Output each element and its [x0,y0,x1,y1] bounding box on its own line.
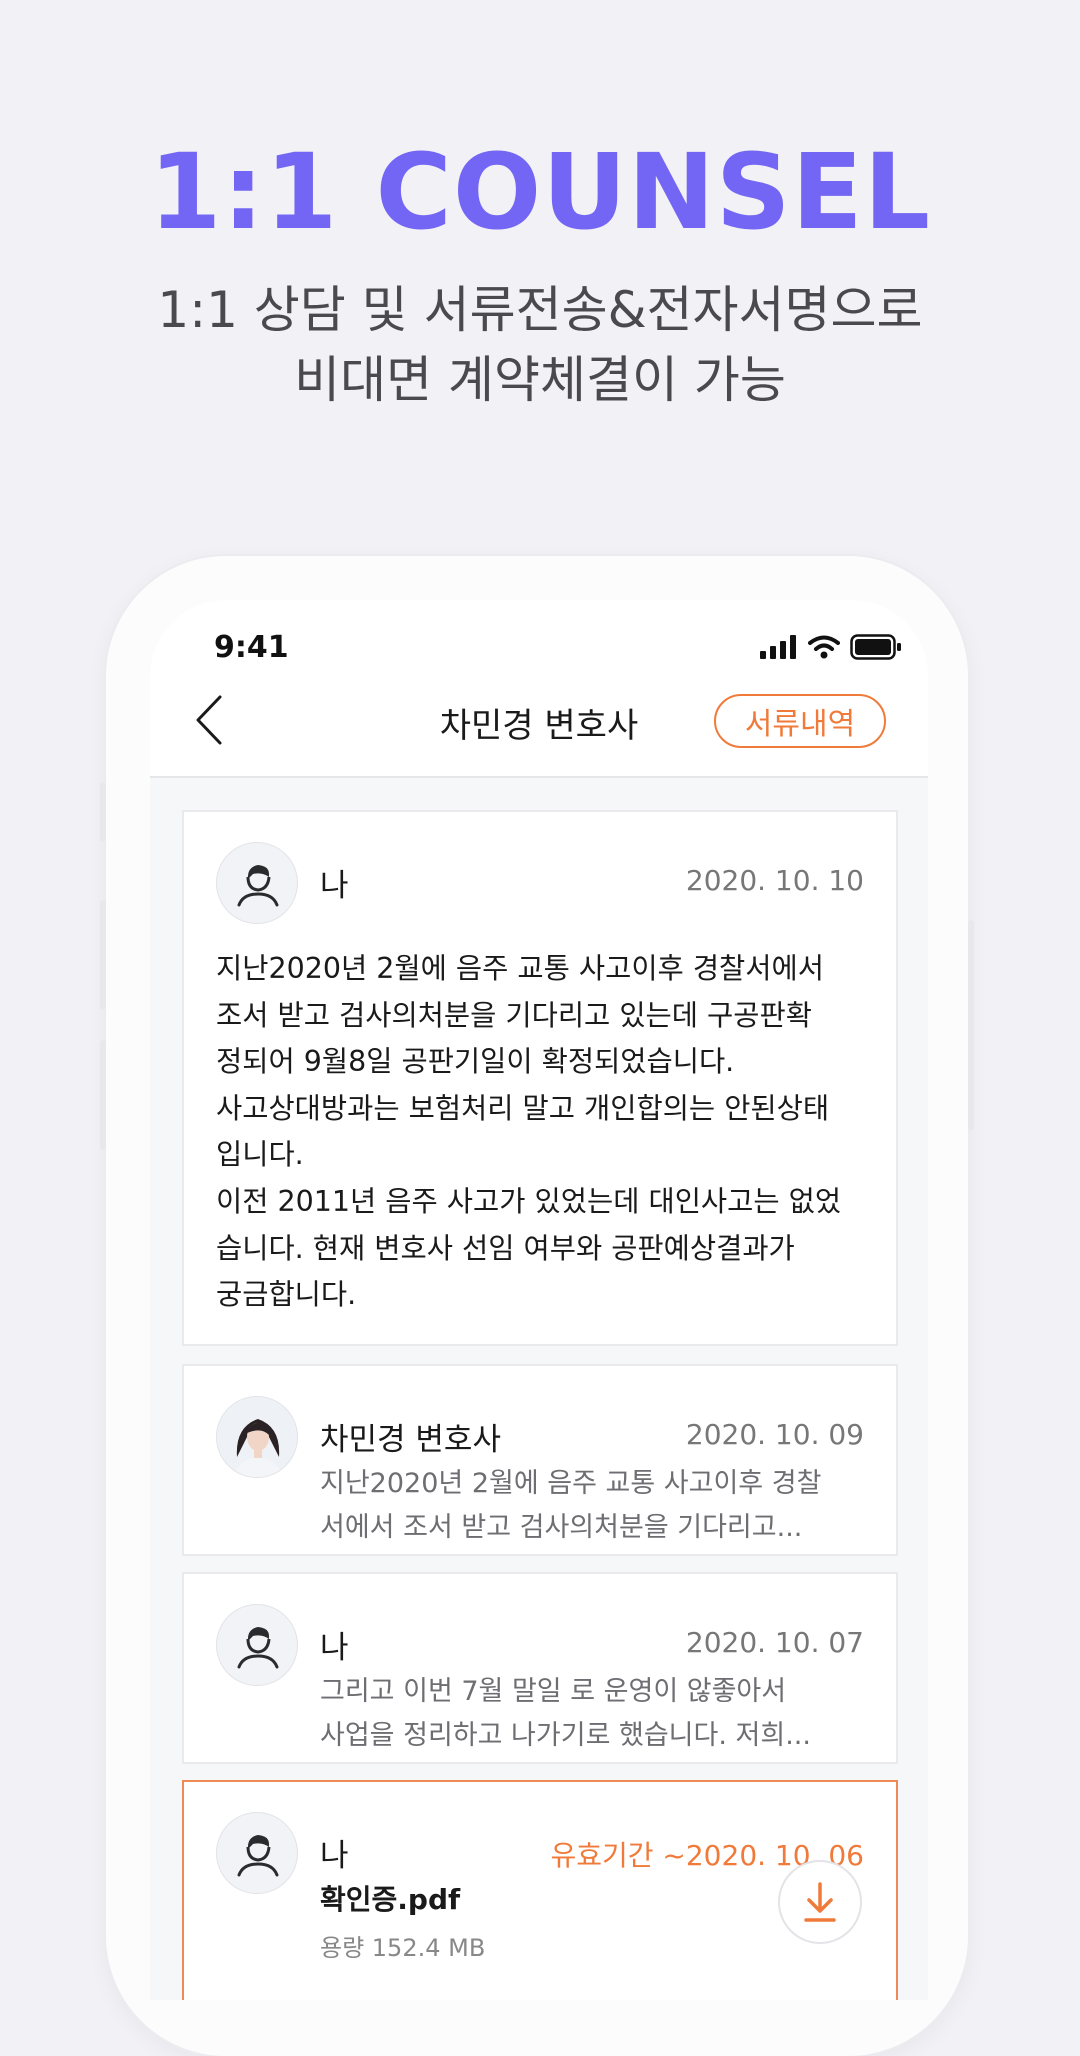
lawyer-avatar [216,1396,298,1478]
avatar [216,1812,298,1894]
hero-title: 1:1 COUNSEL [149,131,931,253]
user-icon [237,1627,279,1669]
phone-side-button [100,782,106,842]
message-date: 2020. 10. 09 [685,1418,864,1451]
message-date: 2020. 10. 07 [685,1626,864,1659]
download-button[interactable] [778,1860,862,1944]
message-card[interactable]: 나 2020. 10. 10 지난2020년 2월에 음주 교통 사고이후 경찰… [182,810,898,1346]
phone-side-button [968,920,974,1130]
sender-name: 차민경 변호사 [320,1422,501,1458]
file-name: 확인증.pdf [320,1883,461,1916]
user-icon [237,865,279,907]
status-time: 9:41 [214,630,289,665]
download-icon [804,1882,836,1922]
file-size: 용량 152.4 MB [320,1934,486,1962]
avatar [216,1604,298,1686]
lawyer-photo [217,1397,297,1477]
message-card[interactable]: 차민경 변호사 2020. 10. 09 지난2020년 2월에 음주 교통 사… [182,1364,898,1556]
signal-icon [760,635,796,659]
sender-name: 나 [320,1630,349,1666]
phone-screen: 9:41 차민경 변호사 서류내역 나 2020. 10. 10 지난2020년… [150,600,928,2000]
message-preview: 지난2020년 2월에 음주 교통 사고이후 경찰 서에서 조서 받고 검사의처… [320,1468,822,1543]
wifi-icon [808,635,840,659]
hero-subtitle-line-1: 1:1 상담 및 서류전송&전자서명으로 [157,281,923,339]
status-icons [760,634,902,660]
message-date: 2020. 10. 10 [685,864,864,897]
document-history-button[interactable]: 서류내역 [714,694,886,748]
phone-side-button [100,900,106,1010]
message-body: 지난2020년 2월에 음주 교통 사고이후 경찰서에서 조서 받고 검사의처분… [216,952,842,1312]
battery-icon [850,634,901,660]
hero-subtitle-line-2: 비대면 계약체결이 가능 [294,351,786,409]
user-icon [237,1835,279,1877]
file-message-card[interactable]: 나 유효기간 ~2020. 10. 06 확인증.pdf 용량 152.4 MB [182,1780,898,2000]
sender-name: 나 [320,1838,349,1874]
sender-name: 나 [320,868,349,904]
avatar [216,842,298,924]
hero-subtitle: 1:1 상담 및 서류전송&전자서명으로 비대면 계약체결이 가능 [0,275,1080,415]
phone-side-button [100,1040,106,1150]
message-card[interactable]: 나 2020. 10. 07 그리고 이번 7월 말일 로 운영이 않좋아서 사… [182,1572,898,1764]
message-preview: 그리고 이번 7월 말일 로 운영이 않좋아서 사업을 정리하고 나가기로 했습… [320,1676,811,1751]
top-bar: 9:41 차민경 변호사 서류내역 [150,600,928,778]
